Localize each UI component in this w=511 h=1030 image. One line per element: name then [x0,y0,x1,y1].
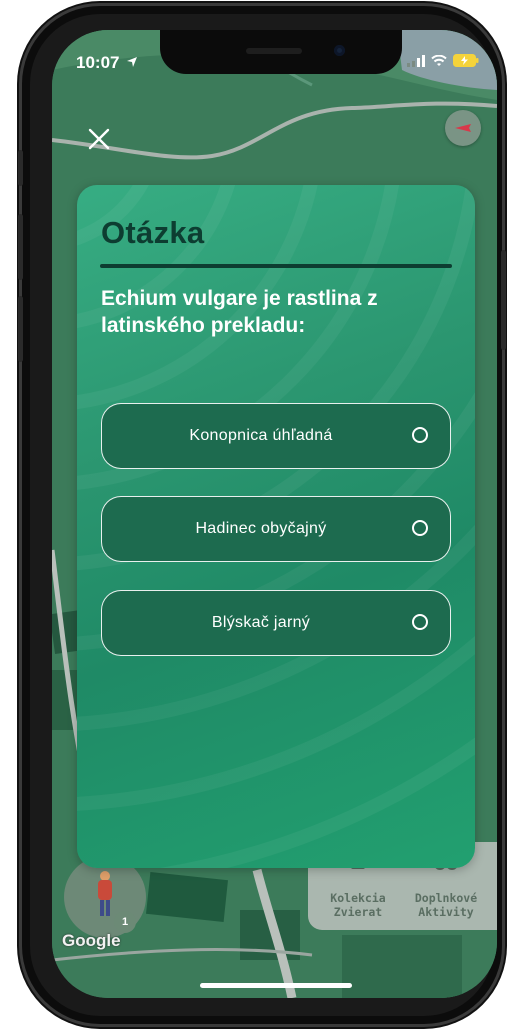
notch [160,30,402,74]
radio-unchecked-icon[interactable] [412,614,428,630]
home-indicator[interactable] [200,983,352,988]
quiz-question: Echium vulgare je rastlina z latinského … [101,287,378,337]
power-button [501,250,506,350]
radio-unchecked-icon[interactable] [412,520,428,536]
radio-unchecked-icon[interactable] [412,427,428,443]
answer-label: Konopnica úhľadná [189,427,333,444]
title-divider [100,264,452,268]
wifi-icon [431,54,447,66]
compass-button[interactable] [445,110,481,146]
avatar-button[interactable]: 1 [64,856,146,938]
collection-label-line2: Zvierat [333,905,383,919]
activities-label-line1: Doplnkové [414,891,478,905]
close-button[interactable] [86,126,112,152]
status-time-text: 10:07 [76,53,120,72]
battery-charging-icon [453,54,479,67]
activities-label-line2: Aktivity [418,905,474,919]
answer-option-2[interactable]: Hadinec obyčajný [101,496,451,562]
location-arrow-icon [127,57,138,67]
avatar-badge: 1 [114,911,136,933]
compass-icon [455,124,471,132]
speaker-grille [246,48,302,54]
quiz-title: Otázka [101,215,205,250]
app-screen: 10:07 1 Kolekcia Zvierat Doplnkové Aktiv… [52,30,497,998]
volume-down-button [18,296,23,362]
close-icon [88,128,110,150]
signal-icon [407,54,425,67]
status-time: 10:07 [76,53,138,73]
answer-option-1[interactable]: Konopnica úhľadná [101,403,451,469]
collection-label-line1: Kolekcia [330,891,386,905]
answer-label: Hadinec obyčajný [195,520,327,537]
google-attribution: Google [62,931,121,950]
quiz-card: Otázka Echium vulgare je rastlina z lati… [77,185,475,868]
volume-up-button [18,214,23,280]
answer-label: Blýskač jarný [211,614,311,631]
answer-option-3[interactable]: Blýskač jarný [101,590,451,656]
mute-switch [18,150,23,186]
front-camera [334,45,345,56]
status-icons [407,54,479,67]
